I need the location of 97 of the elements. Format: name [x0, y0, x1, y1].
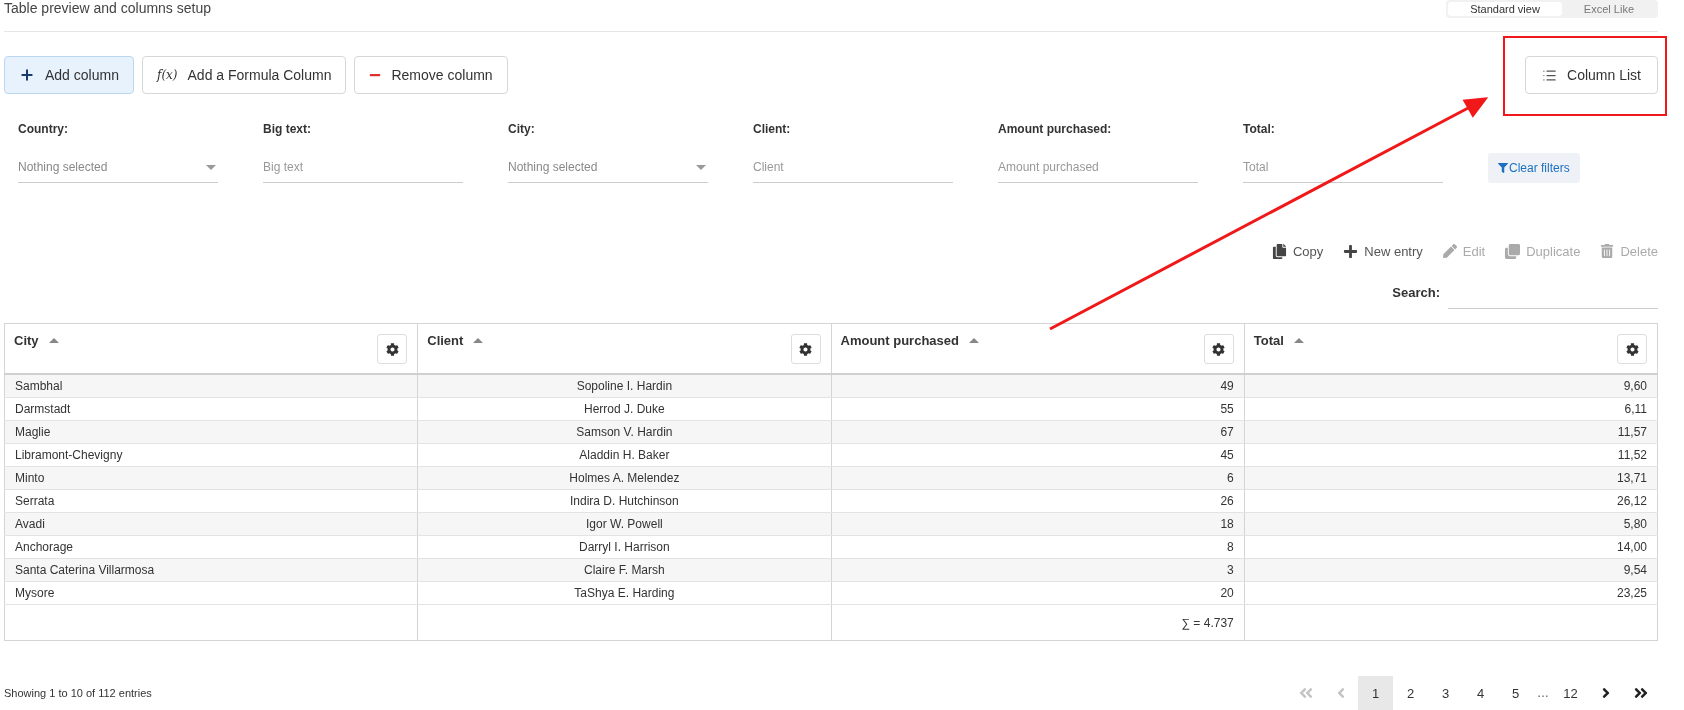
settings-icon: [385, 342, 399, 356]
table-cell: 67: [831, 420, 1245, 444]
table-cell: Darmstadt: [4, 397, 418, 421]
page-button[interactable]: 4: [1463, 676, 1498, 710]
table-cell: 55: [831, 397, 1245, 421]
table-cell: 9,60: [1244, 374, 1658, 398]
function-icon: f(x): [156, 68, 178, 82]
page-button[interactable]: 3: [1428, 676, 1463, 710]
table-cell: Serrata: [4, 489, 418, 513]
table-cell: 3: [831, 558, 1245, 582]
add-column-button[interactable]: Add column: [4, 56, 134, 94]
toolbar-action[interactable]: New entry: [1343, 243, 1423, 259]
table-cell: Libramont-Chevigny: [4, 443, 418, 467]
page-button[interactable]: 1: [1358, 676, 1393, 710]
page-button[interactable]: 5: [1498, 676, 1533, 710]
table-cell: 11,57: [1244, 420, 1658, 444]
column-title[interactable]: Total: [1253, 332, 1304, 348]
table-cell: Herrod J. Duke: [417, 397, 831, 421]
page-button[interactable]: 2: [1393, 676, 1428, 710]
column-settings-button[interactable]: [1617, 334, 1647, 364]
column-title[interactable]: City: [14, 332, 59, 348]
table-cell: 20: [831, 581, 1245, 605]
table-cell: 23,25: [1244, 581, 1658, 605]
trash-icon: [1600, 244, 1615, 258]
table-cell: 45: [831, 443, 1245, 467]
list-icon: [1542, 67, 1558, 83]
pagination-ellipsis: …: [1536, 686, 1550, 700]
filter-dropdown[interactable]: Nothing selected: [18, 152, 218, 183]
table-cell: Sambhal: [4, 374, 418, 398]
table-cell: Avadi: [4, 512, 418, 536]
sort-icon: [1293, 337, 1304, 343]
filter-label: Client:: [753, 122, 792, 138]
view-toggle-option[interactable]: Excel Like: [1561, 2, 1656, 16]
sum-cell: ∑ = 4.737: [831, 604, 1245, 641]
table-cell: 5,80: [1244, 512, 1658, 536]
table-cell: Anchorage: [4, 535, 418, 559]
table-cell: Santa Caterina Villarmosa: [4, 558, 418, 582]
table-cell: Aladdin H. Baker: [417, 443, 831, 467]
table-cell: Darryl I. Harrison: [417, 535, 831, 559]
view-toggle-option[interactable]: Standard view: [1448, 2, 1562, 16]
table-cell: 14,00: [1244, 535, 1658, 559]
plus-icon: [19, 67, 35, 83]
sort-icon: [968, 337, 979, 343]
sort-icon: [473, 337, 484, 343]
table-cell: Claire F. Marsh: [417, 558, 831, 582]
settings-icon: [799, 342, 812, 356]
table-cell: 13,71: [1244, 466, 1658, 490]
page-button[interactable]: 12: [1553, 676, 1588, 710]
filter-label: Big text:: [263, 122, 312, 138]
caret-icon: [696, 164, 706, 170]
formula-column-button[interactable]: f(x) Add a Formula Column: [141, 56, 347, 94]
copy-icon: [1271, 243, 1287, 259]
table-cell: Minto: [4, 466, 418, 490]
table-cell: 6: [831, 466, 1245, 490]
column-title[interactable]: Amount purchased: [840, 332, 979, 348]
toolbar-action[interactable]: Copy: [1271, 243, 1324, 259]
filter-label: Total:: [1243, 122, 1276, 138]
column-list-button[interactable]: Column List: [1525, 56, 1658, 94]
settings-icon: [1625, 342, 1639, 356]
column-settings-button[interactable]: [790, 334, 821, 364]
duplicate-icon: [1505, 243, 1521, 259]
table-cell: 8: [831, 535, 1245, 559]
double-chevron-right-icon: [1632, 685, 1649, 701]
column-settings-button[interactable]: [1203, 334, 1234, 364]
table-cell: Igor W. Powell: [417, 512, 831, 536]
table-cell: 26: [831, 489, 1245, 513]
table-cell: Maglie: [4, 420, 418, 444]
table-cell: Holmes A. Melendez: [417, 466, 831, 490]
plus-icon: [1343, 243, 1359, 259]
column-title[interactable]: Client: [427, 332, 484, 348]
table-cell: 6,11: [1244, 397, 1658, 421]
filter-icon: [1498, 163, 1508, 173]
entries-info: Showing 1 to 10 of 112 entries: [4, 687, 152, 699]
double-chevron-left-icon: [1297, 685, 1314, 701]
filter-dropdown[interactable]: Nothing selected: [508, 152, 708, 183]
caret-icon: [206, 164, 216, 170]
pencil-icon: [1442, 244, 1457, 258]
table-cell: 11,52: [1244, 443, 1658, 467]
table-cell: Sopoline I. Hardin: [417, 374, 831, 398]
table-cell: 26,12: [1244, 489, 1658, 513]
table-cell: Samson V. Hardin: [417, 420, 831, 444]
table-cell: 49: [831, 374, 1245, 398]
sort-icon: [48, 337, 59, 343]
table-cell: TaShya E. Harding: [417, 581, 831, 605]
clear-filters-button[interactable]: Clear filters: [1488, 153, 1580, 183]
filter-label: Country:: [18, 122, 69, 138]
search-label: Search:: [1392, 284, 1440, 300]
filter-label: City:: [508, 122, 536, 138]
remove-column-button[interactable]: Remove column: [354, 56, 508, 94]
filter-label: Amount purchased:: [998, 122, 1113, 138]
table-cell: 9,54: [1244, 558, 1658, 582]
table-cell: Indira D. Hutchinson: [417, 489, 831, 513]
table-cell: Mysore: [4, 581, 418, 605]
table-cell: 18: [831, 512, 1245, 536]
settings-icon: [1212, 342, 1226, 356]
page-title: Table preview and columns setup: [4, 0, 211, 16]
column-settings-button[interactable]: [377, 334, 408, 364]
